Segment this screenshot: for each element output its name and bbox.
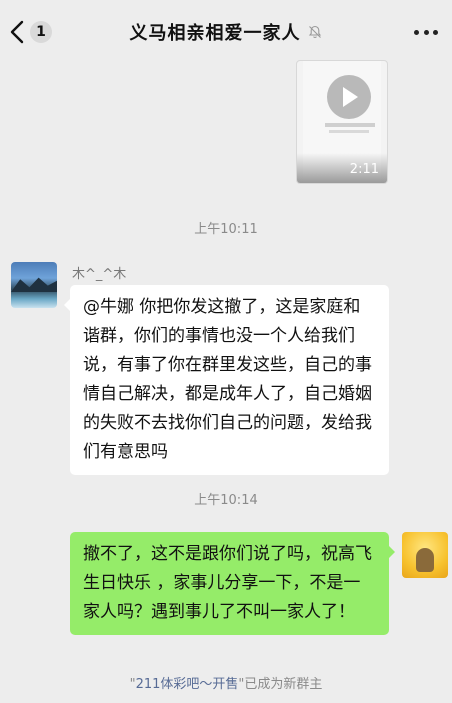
video-message[interactable]: 2:11: [296, 60, 388, 184]
avatar-image: [416, 548, 434, 572]
more-dot: [433, 29, 438, 35]
timestamp: 上午10:14: [194, 493, 258, 508]
my-avatar[interactable]: [402, 532, 448, 578]
received-message-bubble[interactable]: @牛娜 你把你发这撤了，这是家庭和谐群，你们的事情也没一个人给我们说，有事了你在…: [64, 285, 389, 475]
more-dot: [414, 29, 419, 35]
avatar-image: [11, 277, 57, 292]
video-caption-line: [329, 130, 369, 133]
timestamp: 上午10:11: [194, 222, 258, 237]
sent-message-bubble[interactable]: 撤不了，这不是跟你们说了吗，祝高飞生日快乐 ，家事儿分享一下，不是一家人吗？遇到…: [70, 532, 395, 635]
chat-title: 义马相亲相爱一家人: [129, 23, 301, 44]
system-notice: "211体彩吧～开售"已成为新群主: [0, 673, 452, 692]
sender-avatar[interactable]: [11, 262, 57, 308]
video-caption-line: [325, 123, 375, 127]
bell-off-icon: [308, 25, 321, 39]
chevron-left-icon: [10, 20, 24, 44]
unread-count-badge: 1: [30, 21, 52, 43]
video-duration: 2:11: [349, 162, 379, 177]
chat-header: 1 义马相亲相爱一家人: [0, 0, 452, 62]
play-icon: [327, 75, 371, 119]
more-dot: [423, 29, 429, 35]
new-owner-link[interactable]: 211体彩吧～开售: [136, 677, 239, 692]
more-button[interactable]: [414, 22, 438, 42]
title-area: 义马相亲相爱一家人: [60, 18, 392, 46]
sender-name: 木^_^木: [72, 267, 127, 282]
system-notice-text: 已成为新群主: [244, 677, 323, 692]
